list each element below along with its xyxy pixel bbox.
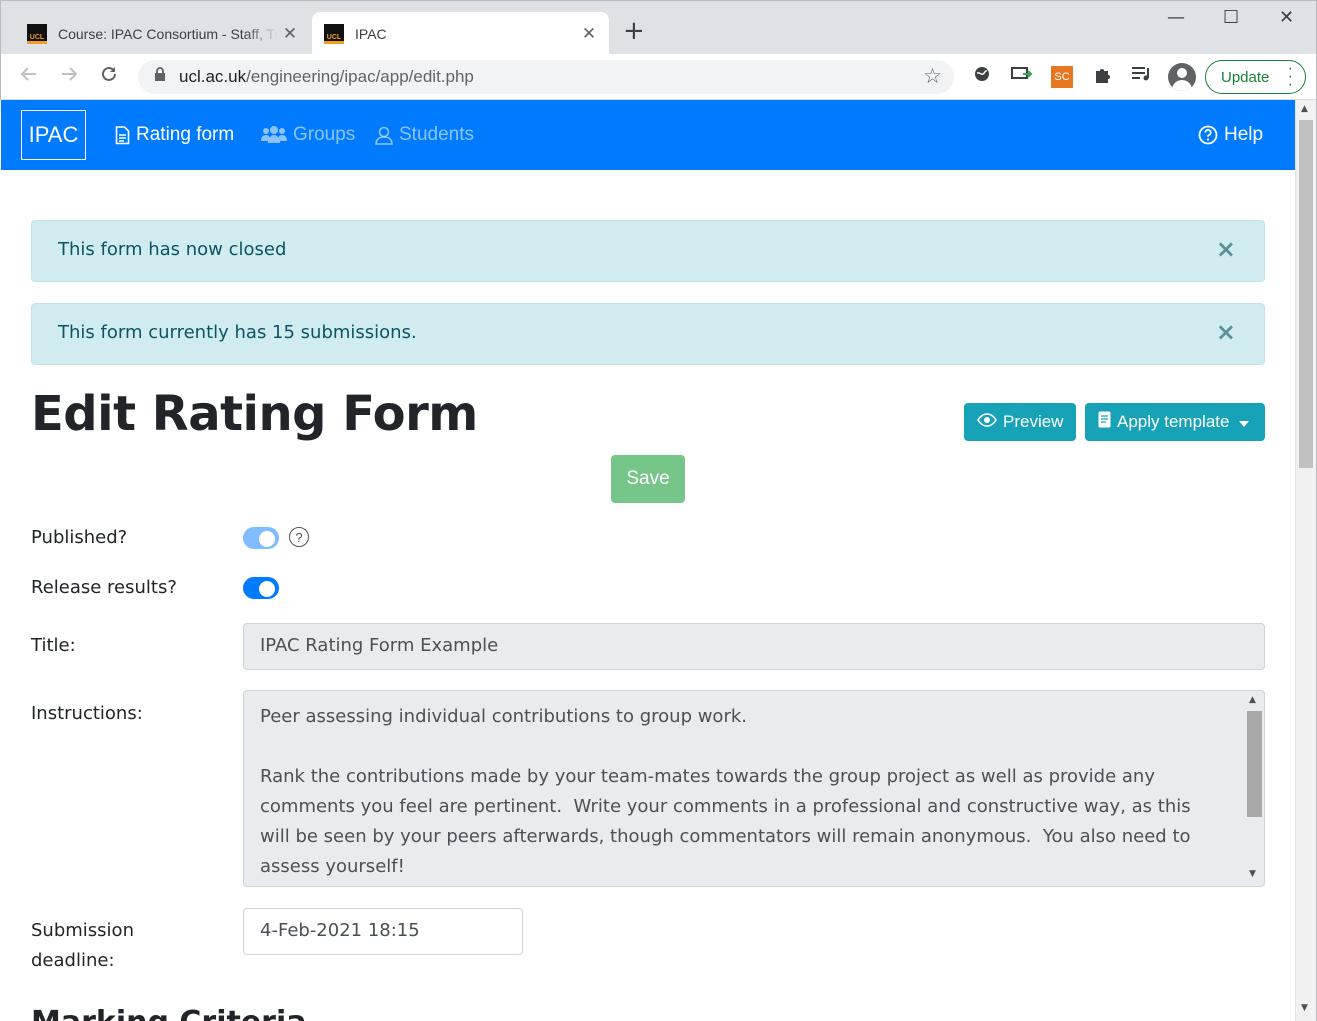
- sc-extension-icon[interactable]: SC: [1051, 66, 1073, 88]
- save-button[interactable]: Save: [611, 455, 685, 503]
- eye-icon: [977, 412, 997, 432]
- question-circle-icon: [1198, 125, 1218, 145]
- update-label: Update: [1221, 68, 1270, 86]
- kebab-menu-icon[interactable]: · · ·: [1288, 61, 1293, 93]
- alert-form-closed: This form has now closed ×: [31, 220, 1265, 282]
- users-icon: [261, 126, 287, 144]
- scrollbar-thumb[interactable]: [1247, 711, 1262, 817]
- bookmark-star-icon[interactable]: ☆: [923, 64, 942, 88]
- toggle-knob: [259, 581, 275, 597]
- deadline-label: Submission deadline:: [31, 920, 134, 971]
- release-results-toggle[interactable]: [243, 577, 279, 599]
- url-host: ucl.ac.uk: [179, 67, 247, 86]
- scroll-up-arrow-icon[interactable]: ▲: [1249, 695, 1256, 705]
- url-path: /engineering/ipac/app/edit.php: [246, 67, 474, 86]
- toggle-knob: [259, 531, 275, 547]
- preview-button[interactable]: Preview: [964, 403, 1077, 441]
- close-alert-icon[interactable]: ×: [1216, 237, 1236, 261]
- marking-criteria-heading: Marking Criteria: [31, 1005, 307, 1021]
- scroll-down-arrow-icon[interactable]: ▼: [1301, 1003, 1308, 1013]
- nav-groups[interactable]: Groups: [261, 124, 355, 146]
- deadline-input[interactable]: 4-Feb-2021 18:15: [243, 908, 523, 955]
- reload-icon[interactable]: [99, 64, 119, 89]
- lock-icon: [154, 67, 166, 86]
- tab-title: IPAC: [355, 25, 387, 42]
- ucl-favicon-icon: UCL: [27, 23, 47, 44]
- nav-groups-label: Groups: [293, 124, 356, 145]
- page-viewport: IPAC Rating form Groups Students Help Th…: [1, 100, 1295, 1021]
- instructions-textarea[interactable]: Peer assessing individual contributions …: [243, 690, 1265, 887]
- document-icon: [115, 125, 130, 145]
- browser-tab-ipac[interactable]: UCL IPAC ✕: [312, 12, 609, 55]
- instructions-scrollbar[interactable]: ▲ ▼: [1244, 693, 1262, 883]
- browser-tab-course[interactable]: UCL Course: IPAC Consortium - Staff, Tut…: [15, 12, 310, 55]
- user-icon: [375, 126, 393, 145]
- browser-tabstrip: UCL Course: IPAC Consortium - Staff, Tut…: [0, 0, 1317, 55]
- published-toggle[interactable]: [243, 527, 279, 549]
- browser-toolbar: ucl.ac.uk/engineering/ipac/app/edit.php …: [0, 54, 1317, 100]
- close-alert-icon[interactable]: ×: [1216, 320, 1236, 344]
- caret-down-icon: [1239, 412, 1250, 432]
- nav-students[interactable]: Students: [375, 124, 474, 146]
- instructions-label: Instructions:: [31, 703, 143, 724]
- top-navbar: IPAC Rating form Groups Students Help: [1, 100, 1295, 170]
- document-icon: [1098, 411, 1111, 433]
- new-tab-plus-icon[interactable]: +: [623, 18, 645, 44]
- alert-text: This form has now closed: [58, 239, 287, 260]
- back-arrow-icon[interactable]: [19, 64, 39, 89]
- forward-arrow-icon[interactable]: [59, 64, 79, 89]
- alert-submissions: This form currently has 15 submissions. …: [31, 303, 1265, 365]
- page-title: Edit Rating Form: [31, 386, 478, 442]
- media-queue-icon[interactable]: [1131, 65, 1153, 87]
- scroll-up-arrow-icon[interactable]: ▲: [1301, 104, 1308, 114]
- maximize-window-icon[interactable]: ☐: [1223, 7, 1239, 28]
- puzzle-extensions-icon[interactable]: [1092, 65, 1112, 89]
- scroll-down-arrow-icon[interactable]: ▼: [1249, 869, 1256, 879]
- apply-template-label: Apply template: [1117, 412, 1230, 431]
- tab-title: Course: IPAC Consortium - Staff, Tutors: [58, 25, 278, 42]
- close-tab-icon[interactable]: ✕: [577, 24, 601, 44]
- nav-rating-form-label: Rating form: [136, 124, 235, 145]
- ucl-favicon-icon: UCL: [324, 23, 344, 44]
- globe-extension-icon[interactable]: [973, 65, 991, 87]
- preview-label: Preview: [1003, 412, 1064, 431]
- close-tab-icon[interactable]: ✕: [278, 24, 302, 44]
- apply-template-dropdown[interactable]: Apply template: [1085, 403, 1265, 441]
- nav-rating-form[interactable]: Rating form: [115, 124, 234, 146]
- alert-text: This form currently has 15 submissions.: [58, 322, 417, 343]
- scrollbar-thumb[interactable]: [1299, 120, 1313, 468]
- close-window-icon[interactable]: ✕: [1279, 7, 1294, 28]
- brand-logo[interactable]: IPAC: [21, 110, 86, 160]
- minimize-window-icon[interactable]: —: [1167, 7, 1185, 28]
- nav-help-label: Help: [1224, 124, 1264, 145]
- published-label: Published?: [31, 527, 128, 548]
- release-results-label: Release results?: [31, 577, 177, 598]
- help-question-icon[interactable]: ?: [289, 527, 309, 547]
- cast-extension-icon[interactable]: [1011, 65, 1033, 87]
- nav-students-label: Students: [399, 124, 474, 145]
- profile-avatar-icon[interactable]: [1168, 63, 1196, 91]
- title-label: Title:: [31, 635, 76, 656]
- url-text: ucl.ac.uk/engineering/ipac/app/edit.php: [179, 67, 474, 87]
- page-scrollbar[interactable]: ▲ ▼: [1295, 100, 1316, 1021]
- address-bar[interactable]: ucl.ac.uk/engineering/ipac/app/edit.php …: [138, 60, 954, 94]
- chrome-update-button[interactable]: Update · · ·: [1205, 60, 1306, 94]
- title-input[interactable]: IPAC Rating Form Example: [243, 623, 1265, 670]
- nav-help[interactable]: Help: [1198, 124, 1263, 146]
